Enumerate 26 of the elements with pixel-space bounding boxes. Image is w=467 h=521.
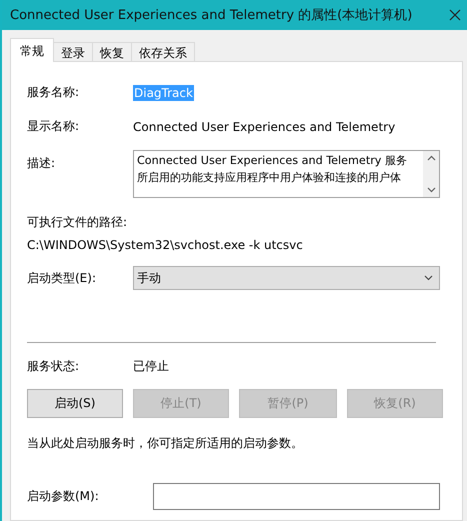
- service-name-value: DiagTrack: [133, 84, 194, 100]
- description-line: 所启用的功能支持应用程序中用户体验和连接的用户体: [137, 170, 402, 186]
- scroll-up-icon[interactable]: [426, 155, 436, 161]
- field-label: 启动参数(M):: [27, 488, 100, 505]
- hint-text: 当从此处启动服务时，你可指定所适用的启动参数。: [27, 435, 304, 452]
- tab[interactable]: 依存关系: [131, 42, 195, 62]
- start-params-field[interactable]: [153, 483, 440, 510]
- path-value: C:\WINDOWS\System32\svchost.exe -k utcsvc: [27, 238, 304, 252]
- close-icon[interactable]: [449, 9, 461, 21]
- path-label: 可执行文件的路径:: [27, 214, 128, 231]
- field-label: 显示名称:: [27, 118, 80, 135]
- field-label: 启动类型(E):: [27, 270, 97, 286]
- field-label: 描述:: [27, 155, 56, 172]
- field-label: 服务名称:: [27, 84, 80, 101]
- display-name-value: Connected User Experiences and Telemetry: [133, 120, 396, 134]
- chevron-down-icon: [424, 275, 433, 281]
- tab[interactable]: 恢复: [92, 42, 132, 62]
- service-button[interactable]: 启动(S): [27, 389, 123, 418]
- startup-type-dropdown[interactable]: 手动: [133, 266, 440, 290]
- field-label: 服务状态:: [27, 358, 80, 375]
- tab[interactable]: 常规: [10, 38, 54, 62]
- scroll-down-icon[interactable]: [426, 187, 436, 193]
- window-title: Connected User Experiences and Telemetry 的属性(本地计算机): [10, 7, 412, 24]
- description-box[interactable]: Connected User Experiences and Telemetry 服务 所启用的功能支持应用程序中用户体验和连接的用户体: [133, 150, 440, 198]
- description-line: Connected User Experiences and Telemetry 服务: [137, 153, 408, 169]
- status-value: 已停止: [133, 358, 170, 375]
